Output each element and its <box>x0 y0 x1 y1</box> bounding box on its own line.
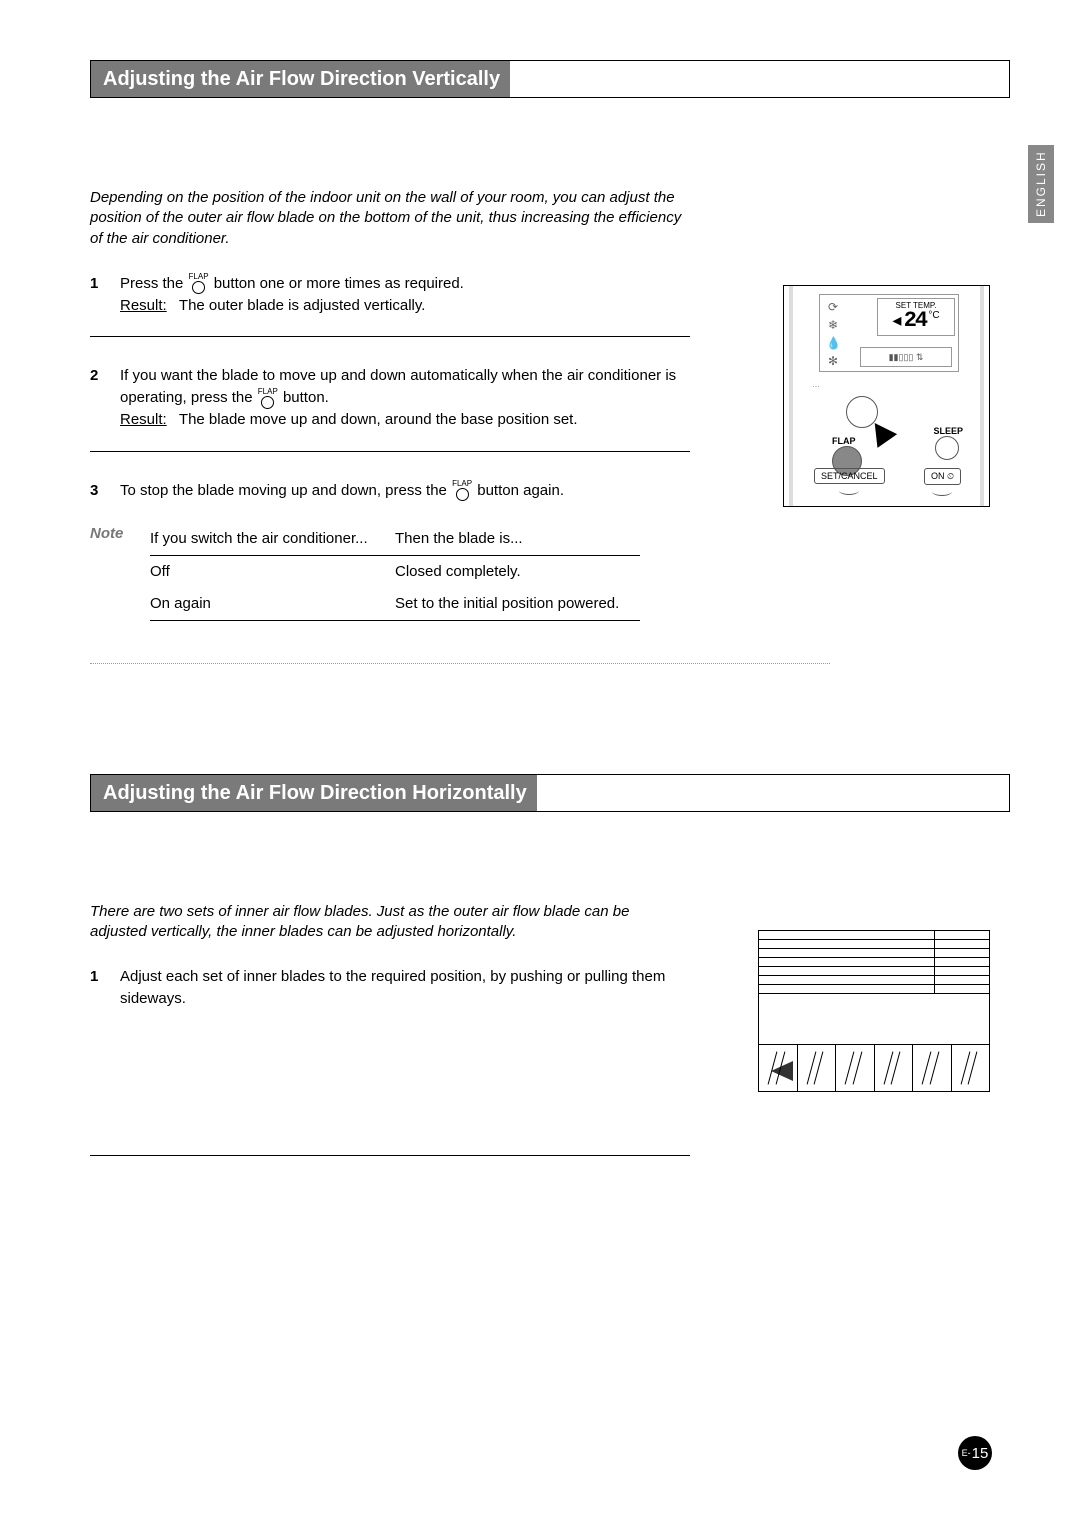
flap-icon-circle <box>456 488 469 501</box>
step2-result-text: The blade move up and down, around the b… <box>179 411 578 428</box>
remote-sleep-label: SLEEP <box>933 426 963 436</box>
step1-text-b: button one or more times as required. <box>214 275 464 292</box>
flap-button-icon: FLAP <box>258 388 278 409</box>
step-1: 1 Press the FLAP button one or more time… <box>90 267 690 338</box>
section2-intro: There are two sets of inner air flow bla… <box>90 902 690 943</box>
remote-sleep-button <box>935 436 959 460</box>
on-timer-label: ON ⏲ <box>924 468 961 485</box>
note-r2c2: Set to the initial position powered. <box>395 593 640 615</box>
page-number-badge: E- 15 <box>958 1436 992 1470</box>
step2-text-b: button. <box>283 389 329 406</box>
note-row-2: On again Set to the initial position pow… <box>150 588 640 620</box>
remote-edge-left <box>789 286 793 506</box>
set-cancel-label: SET/CANCEL <box>814 468 885 484</box>
lcd-temp-box: SET TEMP. ◂ 24 °C <box>877 298 955 336</box>
flap-icon-label: FLAP <box>189 273 209 281</box>
ac-slot <box>875 1045 914 1092</box>
manual-page: ENGLISH Adjusting the Air Flow Direction… <box>0 0 1080 1525</box>
ac-body <box>759 994 989 1044</box>
step2-text-a: If you want the blade to move up and dow… <box>120 367 676 406</box>
section1-intro: Depending on the position of the indoor … <box>90 188 690 249</box>
ac-unit-illustration <box>758 930 990 1092</box>
remote-bottom-row: SET/CANCEL ON ⏲ <box>814 468 961 496</box>
flap-icon-label: FLAP <box>258 388 278 396</box>
note-hdr-1: If you switch the air conditioner... <box>150 528 395 550</box>
section2-step-1-number: 1 <box>90 966 120 1010</box>
ac-grille <box>759 931 989 994</box>
temp-value: 24 <box>904 308 926 333</box>
step-3-number: 3 <box>90 480 120 502</box>
section-divider <box>90 663 830 664</box>
note-header-row: If you switch the air conditioner... The… <box>150 523 640 556</box>
step-2-number: 2 <box>90 365 120 430</box>
page-number-value: 15 <box>972 1445 989 1462</box>
section-title-2: Adjusting the Air Flow Direction Horizon… <box>90 774 1010 812</box>
step-3: 3 To stop the blade moving up and down, … <box>90 474 690 522</box>
remote-flap-label: FLAP <box>832 436 856 446</box>
cool-icon: ❄ <box>826 318 840 332</box>
note-block: Note If you switch the air conditioner..… <box>90 521 690 640</box>
step-3-body: To stop the blade moving up and down, pr… <box>120 480 690 502</box>
step1-result-label: Result: <box>120 295 175 317</box>
step1-result-text: The outer blade is adjusted vertically. <box>179 297 426 314</box>
auto-icon: ⟳ <box>826 300 840 314</box>
ac-slot <box>759 1045 798 1092</box>
ac-slot <box>798 1045 837 1092</box>
step-1-number: 1 <box>90 273 120 317</box>
step1-text-a: Press the <box>120 275 188 292</box>
section-title-1-text: Adjusting the Air Flow Direction Vertica… <box>91 61 510 97</box>
step3-text-b: button again. <box>477 482 564 499</box>
fan-icon: ✻ <box>826 354 840 368</box>
note-r1c2: Closed completely. <box>395 561 640 583</box>
remote-dots: ··· <box>812 382 820 391</box>
section2-step-1: 1 Adjust each set of inner blades to the… <box>90 960 690 1030</box>
remote-arc-icon <box>932 487 952 496</box>
section2-step-1-body: Adjust each set of inner blades to the r… <box>120 966 690 1010</box>
flap-icon-circle <box>192 281 205 294</box>
ac-bottom-vanes <box>759 1044 989 1092</box>
remote-lcd: ⟳ ❄ 💧 ✻ SET TEMP. ◂ 24 °C ▮▮▯▯▯ ⇅ <box>819 294 959 372</box>
temp-unit: °C <box>928 310 939 321</box>
step2-result-label: Result: <box>120 409 175 431</box>
section-title-2-text: Adjusting the Air Flow Direction Horizon… <box>91 775 537 811</box>
ac-slot <box>952 1045 990 1092</box>
remote-arc-icon <box>839 486 859 495</box>
note-r2c1: On again <box>150 593 395 615</box>
note-label: Note <box>90 523 150 620</box>
step3-text-a: To stop the blade moving up and down, pr… <box>120 482 451 499</box>
remote-edge-right <box>980 286 984 506</box>
lcd-fan-bars: ▮▮▯▯▯ ⇅ <box>860 347 952 367</box>
flap-button-icon: FLAP <box>189 273 209 294</box>
remote-illustration: ⟳ ❄ 💧 ✻ SET TEMP. ◂ 24 °C ▮▮▯▯▯ ⇅ ··· FL… <box>783 285 990 507</box>
step-2-body: If you want the blade to move up and dow… <box>120 365 690 430</box>
dry-icon: 💧 <box>826 336 840 350</box>
note-hdr-2: Then the blade is... <box>395 528 640 550</box>
flap-button-icon: FLAP <box>452 480 472 501</box>
flap-icon-circle <box>261 396 274 409</box>
note-row-1: Off Closed completely. <box>150 556 640 588</box>
flap-icon-label: FLAP <box>452 480 472 488</box>
step-1-body: Press the FLAP button one or more times … <box>120 273 690 317</box>
note-table: If you switch the air conditioner... The… <box>150 523 640 620</box>
section-title-1: Adjusting the Air Flow Direction Vertica… <box>90 60 1010 98</box>
lcd-mode-icons: ⟳ ❄ 💧 ✻ <box>826 300 844 368</box>
section2-hline <box>90 1155 690 1156</box>
note-r1c1: Off <box>150 561 395 583</box>
step-2: 2 If you want the blade to move up and d… <box>90 359 690 451</box>
page-number-prefix: E- <box>962 1448 971 1458</box>
ac-slot <box>913 1045 952 1092</box>
language-tab: ENGLISH <box>1028 145 1054 223</box>
ac-slot <box>836 1045 875 1092</box>
